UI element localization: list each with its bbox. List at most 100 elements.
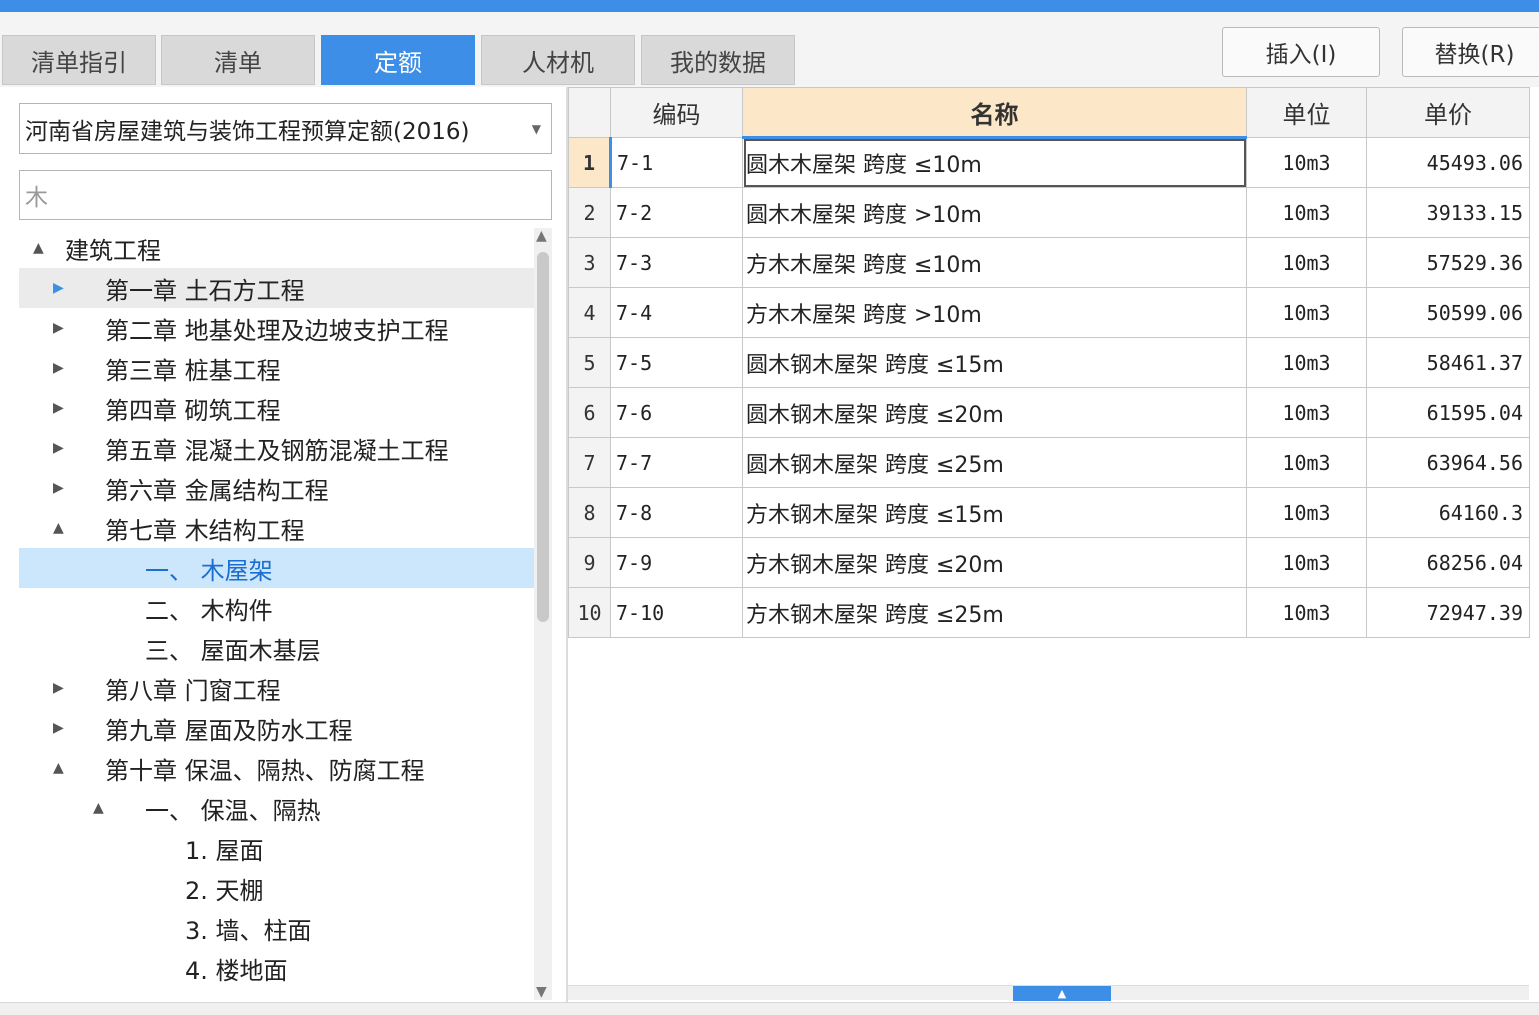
row-number[interactable]: 6 — [568, 387, 611, 438]
cell-name[interactable]: 圆木钢木屋架 跨度 ≤20m — [742, 387, 1247, 438]
expand-arrow-icon[interactable]: ▶ — [53, 480, 64, 496]
insert-button[interactable]: 插入(I) — [1222, 27, 1380, 77]
tree-item[interactable]: 三、 屋面木基层 — [19, 628, 534, 668]
tab-bill-guide[interactable]: 清单指引 — [2, 35, 156, 85]
scrollbar-thumb[interactable] — [537, 252, 549, 622]
tab-my-data[interactable]: 我的数据 — [641, 35, 795, 85]
table-row[interactable]: 4 7-4 方木木屋架 跨度 >10m 10m3 50599.06 — [568, 287, 1530, 338]
tree-item[interactable]: ▶ 第二章 地基处理及边坡支护工程 — [19, 308, 534, 348]
expand-arrow-icon[interactable]: ▶ — [53, 320, 64, 336]
table-row[interactable]: 1 7-1 圆木木屋架 跨度 ≤10m 10m3 45493.06 — [568, 137, 1530, 188]
row-number[interactable]: 5 — [568, 337, 611, 388]
cell-unit[interactable]: 10m3 — [1246, 137, 1367, 188]
cell-price[interactable]: 72947.39 — [1366, 587, 1530, 638]
cell-price[interactable]: 64160.3 — [1366, 487, 1530, 538]
column-header-unit[interactable]: 单位 — [1246, 87, 1367, 138]
cell-code[interactable]: 7-10 — [610, 587, 743, 638]
cell-code[interactable]: 7-6 — [610, 387, 743, 438]
expand-arrow-icon[interactable]: ▶ — [53, 720, 64, 736]
tree-item[interactable]: ▶ 第四章 砌筑工程 — [19, 388, 534, 428]
cell-name[interactable]: 方木钢木屋架 跨度 ≤25m — [742, 587, 1247, 638]
cell-price[interactable]: 63964.56 — [1366, 437, 1530, 488]
cell-price[interactable]: 58461.37 — [1366, 337, 1530, 388]
collapse-arrow-icon[interactable]: ▲ — [33, 240, 44, 256]
cell-code[interactable]: 7-1 — [609, 137, 743, 188]
collapse-arrow-icon[interactable]: ▲ — [53, 760, 64, 776]
cell-name[interactable]: 方木木屋架 跨度 >10m — [742, 287, 1247, 338]
table-row[interactable]: 5 7-5 圆木钢木屋架 跨度 ≤15m 10m3 58461.37 — [568, 337, 1530, 388]
cell-code[interactable]: 7-4 — [610, 287, 743, 338]
tab-labor-material-machine[interactable]: 人材机 — [481, 35, 635, 85]
table-row[interactable]: 6 7-6 圆木钢木屋架 跨度 ≤20m 10m3 61595.04 — [568, 387, 1530, 438]
tree-item[interactable]: ▶ 第六章 金属结构工程 — [19, 468, 534, 508]
tree-item[interactable]: 二、 木构件 — [19, 588, 534, 628]
cell-unit[interactable]: 10m3 — [1246, 537, 1367, 588]
scroll-down-icon[interactable]: ▼ — [536, 984, 547, 1000]
tree-item[interactable]: ▶ 第一章 土石方工程 — [19, 268, 534, 308]
expand-arrow-icon[interactable]: ▶ — [53, 440, 64, 456]
collapse-arrow-icon[interactable]: ▲ — [53, 520, 64, 536]
row-number[interactable]: 9 — [568, 537, 611, 588]
tab-quota[interactable]: 定额 — [321, 35, 475, 85]
replace-button[interactable]: 替换(R) — [1402, 27, 1539, 77]
cell-name[interactable]: 方木木屋架 跨度 ≤10m — [742, 237, 1247, 288]
cell-code[interactable]: 7-8 — [610, 487, 743, 538]
cell-price[interactable]: 57529.36 — [1366, 237, 1530, 288]
expand-arrow-icon[interactable]: ▶ — [53, 360, 64, 376]
cell-code[interactable]: 7-2 — [610, 187, 743, 238]
collapse-arrow-icon[interactable]: ▲ — [93, 800, 104, 816]
tree-item[interactable]: ▶ 第三章 桩基工程 — [19, 348, 534, 388]
cell-name[interactable]: 圆木木屋架 跨度 >10m — [742, 187, 1247, 238]
row-number[interactable]: 1 — [568, 137, 611, 188]
cell-unit[interactable]: 10m3 — [1246, 487, 1367, 538]
tree-item[interactable]: ▲ 建筑工程 — [19, 228, 534, 268]
table-row[interactable]: 2 7-2 圆木木屋架 跨度 >10m 10m3 39133.15 — [568, 187, 1530, 238]
search-input[interactable]: 木 — [19, 170, 552, 220]
column-header-name[interactable]: 名称 — [742, 87, 1247, 139]
tree-item[interactable]: 3. 墙、柱面 — [19, 908, 534, 948]
tree-item[interactable]: 4. 楼地面 — [19, 948, 534, 988]
row-number[interactable]: 2 — [568, 187, 611, 238]
tree-item[interactable]: 2. 天棚 — [19, 868, 534, 908]
quota-library-select[interactable]: 河南省房屋建筑与装饰工程预算定额(2016) ▼ — [19, 103, 552, 154]
dropdown-caret-icon[interactable]: ▼ — [532, 122, 541, 136]
row-number[interactable]: 10 — [568, 587, 611, 638]
row-number[interactable]: 4 — [568, 287, 611, 338]
table-row[interactable]: 9 7-9 方木钢木屋架 跨度 ≤20m 10m3 68256.04 — [568, 537, 1530, 588]
cell-code[interactable]: 7-9 — [610, 537, 743, 588]
cell-unit[interactable]: 10m3 — [1246, 187, 1367, 238]
tree-item[interactable]: ▲ 一、 保温、隔热 — [19, 788, 534, 828]
cell-price[interactable]: 39133.15 — [1366, 187, 1530, 238]
cell-price[interactable]: 61595.04 — [1366, 387, 1530, 438]
tree-item[interactable]: 1. 屋面 — [19, 828, 534, 868]
table-row[interactable]: 3 7-3 方木木屋架 跨度 ≤10m 10m3 57529.36 — [568, 237, 1530, 288]
cell-name[interactable]: 圆木钢木屋架 跨度 ≤15m — [742, 337, 1247, 388]
cell-unit[interactable]: 10m3 — [1246, 437, 1367, 488]
table-row[interactable]: 10 7-10 方木钢木屋架 跨度 ≤25m 10m3 72947.39 — [568, 587, 1530, 638]
tree-item[interactable]: ▶ 第八章 门窗工程 — [19, 668, 534, 708]
cell-price[interactable]: 50599.06 — [1366, 287, 1530, 338]
tree-item[interactable]: ▶ 第九章 屋面及防水工程 — [19, 708, 534, 748]
expand-arrow-icon[interactable]: ▶ — [53, 400, 64, 416]
row-number[interactable]: 7 — [568, 437, 611, 488]
tree-item[interactable]: ▲ 第十章 保温、隔热、防腐工程 — [19, 748, 534, 788]
column-header-price[interactable]: 单价 — [1366, 87, 1530, 138]
cell-unit[interactable]: 10m3 — [1246, 387, 1367, 438]
cell-unit[interactable]: 10m3 — [1246, 287, 1367, 338]
cell-price[interactable]: 45493.06 — [1366, 137, 1530, 188]
splitter-handle-icon[interactable]: ▲ — [1013, 986, 1111, 1001]
tab-bill[interactable]: 清单 — [161, 35, 315, 85]
expand-arrow-icon[interactable]: ▶ — [53, 680, 64, 696]
tree-vertical-scrollbar[interactable]: ▲ ▼ — [534, 228, 552, 1000]
cell-code[interactable]: 7-5 — [610, 337, 743, 388]
cell-unit[interactable]: 10m3 — [1246, 237, 1367, 288]
tree-item[interactable]: 一、 木屋架 — [19, 548, 534, 588]
cell-name[interactable]: 圆木钢木屋架 跨度 ≤25m — [742, 437, 1247, 488]
row-number[interactable]: 3 — [568, 237, 611, 288]
column-header-code[interactable]: 编码 — [610, 87, 743, 138]
scroll-up-icon[interactable]: ▲ — [536, 228, 547, 244]
cell-name[interactable]: 方木钢木屋架 跨度 ≤20m — [742, 537, 1247, 588]
cell-name[interactable]: 圆木木屋架 跨度 ≤10m — [742, 137, 1247, 188]
grid-horizontal-scrollbar[interactable]: ▲ — [568, 985, 1529, 1001]
cell-code[interactable]: 7-3 — [610, 237, 743, 288]
